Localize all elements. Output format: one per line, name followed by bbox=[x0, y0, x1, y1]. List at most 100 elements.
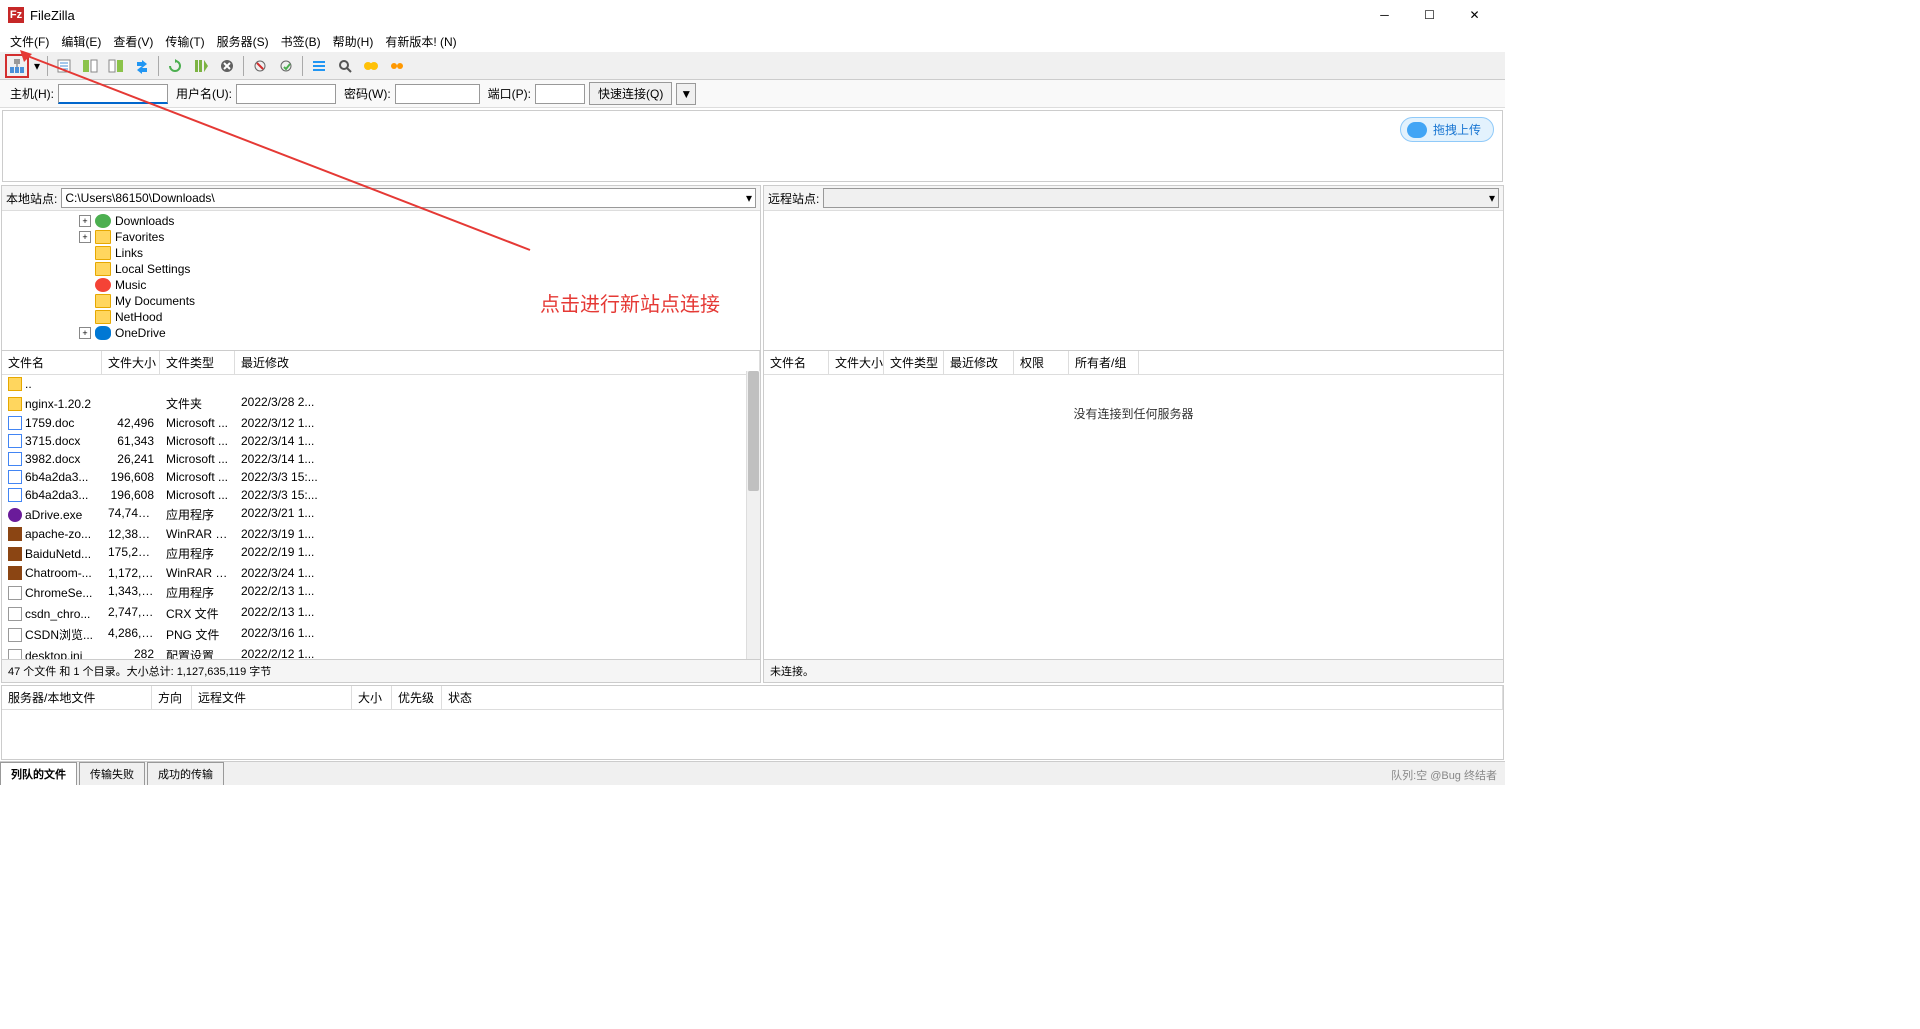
username-input[interactable] bbox=[236, 84, 336, 104]
tab-failed[interactable]: 传输失败 bbox=[79, 762, 145, 785]
list-item[interactable]: csdn_chro...2,747,0...CRX 文件2022/2/13 1.… bbox=[2, 603, 760, 624]
tree-item[interactable]: My Documents bbox=[2, 293, 760, 309]
list-item[interactable]: .. bbox=[2, 375, 760, 393]
scrollbar-thumb[interactable] bbox=[748, 371, 759, 491]
rar-icon bbox=[8, 566, 22, 580]
minimize-button[interactable]: ─ bbox=[1362, 1, 1407, 29]
tree-item[interactable]: NetHood bbox=[2, 309, 760, 325]
file-date: 2022/3/24 1... bbox=[235, 565, 760, 581]
list-item[interactable]: 1759.doc42,496Microsoft ...2022/3/12 1..… bbox=[2, 414, 760, 432]
tree-item[interactable]: Links bbox=[2, 245, 760, 261]
maximize-button[interactable]: ☐ bbox=[1407, 1, 1452, 29]
col-name[interactable]: 文件名 bbox=[2, 351, 102, 374]
toggle-remote-tree-button[interactable] bbox=[104, 54, 128, 78]
file-date: 2022/2/12 1... bbox=[235, 646, 760, 659]
remote-path-combo[interactable]: ▾ bbox=[823, 188, 1499, 208]
compare-button[interactable] bbox=[359, 54, 383, 78]
list-item[interactable]: Chatroom-...1,172,6...WinRAR ZI...2022/3… bbox=[2, 564, 760, 582]
list-item[interactable]: apache-zo...12,387,...WinRAR a...2022/3/… bbox=[2, 525, 760, 543]
tree-item[interactable]: +OneDrive bbox=[2, 325, 760, 341]
site-manager-button[interactable] bbox=[5, 54, 29, 78]
site-dropdown-button[interactable]: ▾ bbox=[31, 54, 43, 78]
local-path-combo[interactable]: C:\Users\86150\Downloads\▾ bbox=[61, 188, 756, 208]
menu-transfer[interactable]: 传输(T) bbox=[159, 31, 210, 52]
col-date[interactable]: 最近修改 bbox=[944, 351, 1014, 374]
list-item[interactable]: nginx-1.20.2文件夹2022/3/28 2... bbox=[2, 393, 760, 414]
list-item[interactable]: BaiduNetd...175,26...应用程序2022/2/19 1... bbox=[2, 543, 760, 564]
file-type: Microsoft ... bbox=[160, 451, 235, 467]
qcol-server[interactable]: 服务器/本地文件 bbox=[2, 686, 152, 709]
qcol-status[interactable]: 状态 bbox=[442, 686, 1503, 709]
remote-tree[interactable] bbox=[764, 211, 1503, 351]
upload-label: 拖拽上传 bbox=[1433, 121, 1481, 138]
doc-icon bbox=[8, 416, 22, 430]
col-perm[interactable]: 权限 bbox=[1014, 351, 1069, 374]
toggle-local-tree-button[interactable] bbox=[78, 54, 102, 78]
col-size[interactable]: 文件大小 bbox=[829, 351, 884, 374]
list-item[interactable]: ChromeSe...1,343,3...应用程序2022/2/13 1... bbox=[2, 582, 760, 603]
file-size: 1,172,6... bbox=[102, 565, 160, 581]
list-item[interactable]: desktop.ini282配置设置2022/2/12 1... bbox=[2, 645, 760, 659]
port-input[interactable] bbox=[535, 84, 585, 104]
col-owner[interactable]: 所有者/组 bbox=[1069, 351, 1139, 374]
col-type[interactable]: 文件类型 bbox=[160, 351, 235, 374]
folder-icon bbox=[8, 377, 22, 391]
toggle-log-button[interactable] bbox=[52, 54, 76, 78]
expand-icon[interactable]: + bbox=[79, 231, 91, 243]
host-input[interactable] bbox=[58, 84, 168, 104]
list-item[interactable]: 6b4a2da3...196,608Microsoft ...2022/3/3 … bbox=[2, 486, 760, 504]
col-date[interactable]: 最近修改 bbox=[235, 351, 760, 374]
folder-icon bbox=[95, 262, 111, 276]
reconnect-button[interactable] bbox=[274, 54, 298, 78]
col-size[interactable]: 文件大小 bbox=[102, 351, 160, 374]
expand-icon[interactable]: + bbox=[79, 215, 91, 227]
refresh-button[interactable] bbox=[163, 54, 187, 78]
password-input[interactable] bbox=[395, 84, 480, 104]
col-name[interactable]: 文件名 bbox=[764, 351, 829, 374]
list-item[interactable]: CSDN浏览...4,286,2...PNG 文件2022/3/16 1... bbox=[2, 624, 760, 645]
sync-browse-button[interactable] bbox=[385, 54, 409, 78]
filter-button[interactable] bbox=[307, 54, 331, 78]
qcol-size[interactable]: 大小 bbox=[352, 686, 392, 709]
menu-bookmarks[interactable]: 书签(B) bbox=[275, 31, 327, 52]
col-type[interactable]: 文件类型 bbox=[884, 351, 944, 374]
disconnect-button[interactable] bbox=[248, 54, 272, 78]
toggle-queue-button[interactable] bbox=[130, 54, 154, 78]
window-controls: ─ ☐ ✕ bbox=[1362, 1, 1497, 29]
expand-icon[interactable]: + bbox=[79, 327, 91, 339]
quickconnect-button[interactable]: 快速连接(Q) bbox=[589, 82, 672, 105]
list-item[interactable]: 6b4a2da3...196,608Microsoft ...2022/3/3 … bbox=[2, 468, 760, 486]
tree-item[interactable]: +Downloads bbox=[2, 213, 760, 229]
tree-item[interactable]: +Favorites bbox=[2, 229, 760, 245]
file-name: 3715.docx bbox=[25, 434, 80, 448]
upload-button[interactable]: 拖拽上传 bbox=[1400, 117, 1494, 142]
qcol-prio[interactable]: 优先级 bbox=[392, 686, 442, 709]
search-button[interactable] bbox=[333, 54, 357, 78]
menu-server[interactable]: 服务器(S) bbox=[211, 31, 275, 52]
file-size: 1,343,3... bbox=[102, 583, 160, 602]
local-file-list[interactable]: 文件名 文件大小 文件类型 最近修改 ..nginx-1.20.2文件夹2022… bbox=[2, 351, 760, 659]
cancel-button[interactable] bbox=[215, 54, 239, 78]
tree-item[interactable]: Local Settings bbox=[2, 261, 760, 277]
menu-newversion[interactable]: 有新版本! (N) bbox=[379, 31, 462, 52]
file-name: Chatroom-... bbox=[25, 566, 92, 580]
process-queue-button[interactable] bbox=[189, 54, 213, 78]
quickconnect-dropdown[interactable]: ▼ bbox=[676, 83, 696, 105]
tree-item[interactable]: Music bbox=[2, 277, 760, 293]
menu-help[interactable]: 帮助(H) bbox=[327, 31, 380, 52]
qcol-dir[interactable]: 方向 bbox=[152, 686, 192, 709]
qcol-remote[interactable]: 远程文件 bbox=[192, 686, 352, 709]
scrollbar[interactable] bbox=[746, 371, 760, 659]
list-item[interactable]: 3982.docx26,241Microsoft ...2022/3/14 1.… bbox=[2, 450, 760, 468]
remote-file-list[interactable]: 文件名 文件大小 文件类型 最近修改 权限 所有者/组 没有连接到任何服务器 bbox=[764, 351, 1503, 659]
list-item[interactable]: 3715.docx61,343Microsoft ...2022/3/14 1.… bbox=[2, 432, 760, 450]
list-item[interactable]: aDrive.exe74,747,...应用程序2022/3/21 1... bbox=[2, 504, 760, 525]
menu-file[interactable]: 文件(F) bbox=[4, 31, 55, 52]
exe-icon bbox=[8, 508, 22, 522]
close-button[interactable]: ✕ bbox=[1452, 1, 1497, 29]
tab-success[interactable]: 成功的传输 bbox=[147, 762, 224, 785]
local-tree[interactable]: +Downloads+FavoritesLinksLocal SettingsM… bbox=[2, 211, 760, 351]
menu-edit[interactable]: 编辑(E) bbox=[55, 31, 107, 52]
menu-view[interactable]: 查看(V) bbox=[107, 31, 159, 52]
tab-queued[interactable]: 列队的文件 bbox=[0, 762, 77, 785]
